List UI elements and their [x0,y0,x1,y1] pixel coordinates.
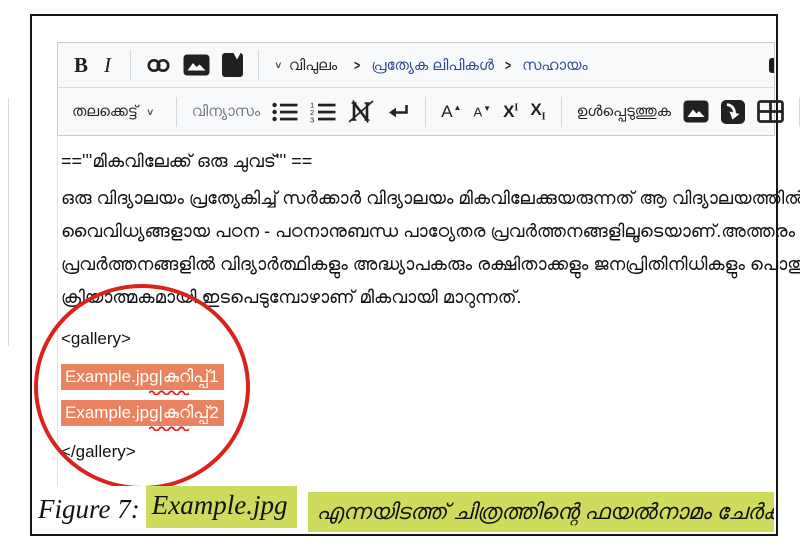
link-button[interactable] [140,52,177,79]
insert-menu-label: ഉൾപ്പെടുത്തുക [577,103,671,120]
redirect-button[interactable] [715,96,751,128]
expand-menu-label: വിപുലം [289,57,337,74]
bullet-list-button[interactable] [266,98,304,126]
gallery-wikitext-block: <gallery> Example.jpg|കുറിപ്പ്1 [61,324,765,467]
toolbar-separator [176,97,177,127]
structure-menu-label: വിന്യാസം [192,103,261,120]
paragraph-line: ക്രിയാത്മകമായി ഇടപെടുമ്പോഴാണ് മികവായി മാ… [61,281,765,314]
breadcrumb-separator-icon: > [354,57,360,73]
toolbar-separator [258,50,259,80]
bold-button[interactable]: B [68,49,94,82]
smaller-text-label: A▼ [473,105,491,118]
clipped-edge-element [769,58,774,73]
heading-dropdown-label: തലക്കെട്ട് [72,103,138,120]
image-icon [183,54,210,76]
screenshot-frame: B I [30,14,778,536]
paragraph-line: വൈവിധ്യങ്ങളായ പഠന - പഠനാനുബന്ധ പാഠ്യേതര … [61,215,765,248]
numbered-list-button[interactable]: 123 [304,97,342,127]
smaller-text-button[interactable]: A▼ [467,101,497,122]
breadcrumb-link-help[interactable]: സഹായം [522,57,588,74]
bookmark-icon [222,53,243,77]
return-arrow-icon [386,103,410,121]
figure-page: B I [0,0,800,552]
toolbar-separator [561,97,562,127]
paragraph-line: ഒരു വിദ്യാലയം പ്രത്യേകിച്ച് സർക്കാർ വിദ്… [61,182,765,215]
gallery-open-tag: <gallery> [61,324,765,354]
insert-media-button[interactable] [677,96,715,127]
bookmark-button[interactable] [216,49,249,81]
chevron-down-icon: ∨ [146,106,155,117]
insert-table-button[interactable] [751,96,790,127]
bigger-text-button[interactable]: A▲ [435,99,467,124]
link-icon [146,56,171,75]
figure-caption-filename-highlight: Example.jpg [146,486,298,528]
table-icon [757,100,784,123]
nowiki-button[interactable] [342,96,380,127]
subscript-label: XI [530,100,545,122]
expand-menu[interactable]: ∨ വിപുലം [268,53,343,78]
breadcrumb-separator-icon: > [505,57,511,73]
wikitext-heading-line: =='''മികവിലേക്ക് ഒരു ചുവട്''' == [61,148,765,174]
figure-caption: Figure 7: Example.jpg എന്നയിടത്ത് ചിത്രത… [34,486,774,532]
nowiki-icon [348,100,374,123]
insert-menu[interactable]: ഉൾപ്പെടുത്തുക [571,99,677,124]
structure-menu[interactable]: വിന്യാസം [186,99,267,124]
subscript-button[interactable]: XI [524,96,551,126]
paragraph-line: പ്രവർത്തനങ്ങളിൽ വിദ്യാർത്ഥികളും അദ്ധ്യാപ… [61,248,765,281]
insert-image-button[interactable] [177,50,216,80]
chevron-down-icon: ∨ [274,59,283,70]
svg-text:3: 3 [310,115,314,123]
italic-button[interactable]: I [94,49,121,82]
superscript-label: XI [503,102,518,122]
heading-style-dropdown[interactable]: തലക്കെട്ട് ∨ [66,99,167,124]
spellcheck-squiggle-icon [149,389,189,395]
bigger-text-label: A▲ [441,103,461,120]
superscript-button[interactable]: XI [497,98,524,126]
gallery-item-highlighted: Example.jpg|കുറിപ്പ്1 [61,364,224,390]
gallery-item-highlighted: Example.jpg|കുറിപ്പ്2 [61,400,224,426]
breadcrumb-link-special-characters[interactable]: പ്രത്യേക ലിപികൾ [371,57,494,74]
editor-content-surface[interactable]: =='''മികവിലേക്ക് ഒരു ചുവട്''' == ഒരു വിദ… [57,136,775,488]
gallery-close-tag: </gallery> [61,437,765,467]
toolbar-separator [425,97,426,127]
triangle-down-icon: ▼ [483,104,491,113]
newline-button[interactable] [380,99,416,125]
curved-arrow-icon [721,100,745,124]
visual-editor: B I [57,42,775,488]
figure-caption-text-highlight: എന്നയിടത്ത് ചിത്രത്തിന്റെ ഫയൽനാമം ചേർക്ക… [308,492,774,532]
numbered-list-icon: 123 [310,101,336,123]
editor-toolbar-primary: B I [57,42,775,88]
spellcheck-squiggle-icon [149,425,189,431]
figure-caption-prefix: Figure 7: [34,486,146,532]
image-icon [683,100,709,123]
triangle-up-icon: ▲ [454,103,462,112]
scan-artifact-line [8,98,9,346]
bullet-list-icon [272,102,298,122]
toolbar-separator [130,50,131,80]
editor-toolbar-secondary: തലക്കെട്ട് ∨ വിന്യാസം [57,88,775,136]
